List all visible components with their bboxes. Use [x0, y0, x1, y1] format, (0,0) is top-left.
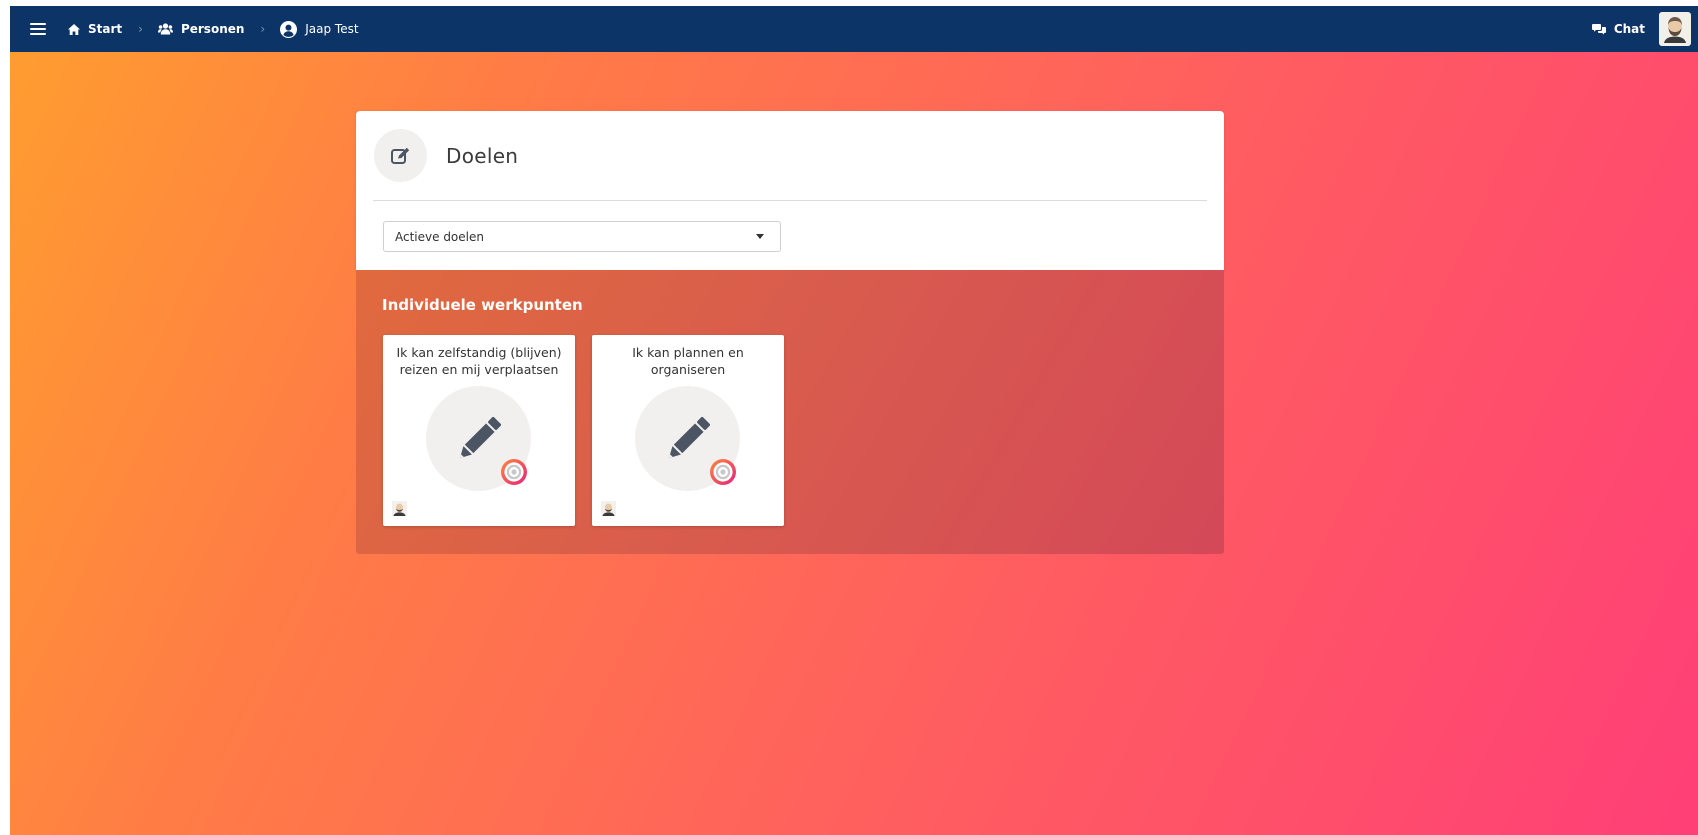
chat-icon: [1591, 24, 1606, 35]
goal-card[interactable]: Ik kan zelfstandig (blijven) reizen en m…: [383, 335, 575, 526]
user-circle-icon: [280, 20, 298, 38]
topbar-right: Chat: [1591, 6, 1698, 52]
avatar-icon: [392, 501, 407, 516]
breadcrumb-start[interactable]: Start: [68, 22, 122, 36]
avatar[interactable]: [1659, 12, 1691, 46]
pencil-icon: [668, 416, 710, 458]
avatar-icon: [601, 501, 616, 516]
hamburger-icon[interactable]: [30, 23, 46, 35]
goals-filter-select[interactable]: Actieve doelen: [383, 221, 781, 252]
users-icon: [157, 23, 173, 35]
chevron-down-icon: [756, 234, 764, 239]
panel-icon-circle: [374, 129, 427, 182]
individual-workpoints-section: Individuele werkpunten Ik kan zelfstandi…: [356, 270, 1224, 554]
page-title: Doelen: [446, 144, 519, 168]
goal-card-title: Ik kan zelfstandig (blijven) reizen en m…: [396, 345, 562, 377]
panel-divider: [373, 200, 1207, 201]
chat-label: Chat: [1613, 22, 1645, 36]
goal-card[interactable]: Ik kan plannen en organiseren: [592, 335, 784, 526]
goals-filter-value: Actieve doelen: [395, 229, 484, 244]
edit-icon: [390, 147, 409, 164]
target-icon: [710, 459, 736, 485]
goal-card-title: Ik kan plannen en organiseren: [632, 345, 744, 377]
home-icon: [68, 23, 80, 35]
app-window: Start › Personen › Jaap Test Chat Doelen…: [10, 6, 1698, 835]
breadcrumb-personen[interactable]: Personen: [157, 22, 245, 36]
breadcrumb-person-label: Jaap Test: [305, 22, 359, 36]
section-title: Individuele werkpunten: [382, 296, 583, 314]
chat-button[interactable]: Chat: [1591, 22, 1645, 36]
breadcrumb-personen-label: Personen: [180, 22, 245, 36]
pencil-icon: [459, 416, 501, 458]
breadcrumb-person[interactable]: Jaap Test: [280, 20, 359, 38]
breadcrumb-separator: ›: [138, 22, 143, 36]
avatar-icon: [1662, 15, 1688, 43]
target-icon: [501, 459, 527, 485]
breadcrumb-separator: ›: [260, 22, 266, 36]
breadcrumb-start-label: Start: [88, 22, 123, 36]
goals-panel: Doelen Actieve doelen: [356, 111, 1224, 270]
top-navigation-bar: Start › Personen › Jaap Test Chat: [10, 6, 1698, 52]
